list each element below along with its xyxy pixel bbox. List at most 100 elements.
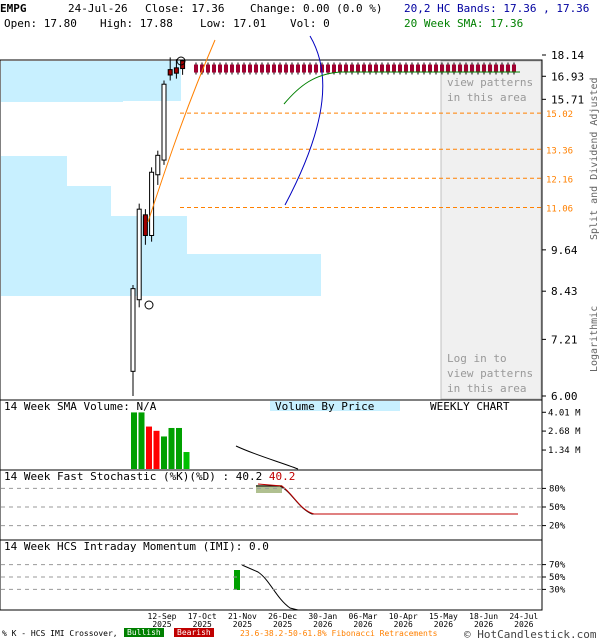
candle-body xyxy=(167,69,173,76)
candle-body xyxy=(149,171,155,236)
stochastic-title: 14 Week Fast Stochastic (%K)(%D) : 40.2 … xyxy=(4,470,295,483)
candle-body xyxy=(284,64,288,73)
imi-bullish-marker xyxy=(234,570,240,590)
volume-bar xyxy=(176,427,182,469)
fib-level-label: 12.16 xyxy=(546,175,573,185)
copyright: © HotCandlestick.com xyxy=(464,628,597,641)
candle-body xyxy=(155,154,161,176)
vbp-bar xyxy=(1,216,187,254)
fib-level-label: 13.36 xyxy=(546,146,573,156)
candle-body xyxy=(314,64,318,73)
candle-body xyxy=(374,64,378,73)
log-label: Logarithmic xyxy=(589,306,600,372)
x-axis: 12-Sep202517-Oct202521-Nov202526-Dec2025… xyxy=(148,612,539,629)
bearish-tag: Bearish xyxy=(174,628,214,637)
candle-body xyxy=(362,64,366,73)
volume-bar xyxy=(131,412,137,469)
vbp-bar xyxy=(1,80,123,102)
volume-bar xyxy=(161,436,167,469)
volume-title: 14 Week SMA Volume: N/A xyxy=(4,400,157,413)
candle-body xyxy=(470,64,474,73)
imi-tick-label: 50% xyxy=(549,573,566,583)
price-tick-label: 6.00 xyxy=(551,390,578,403)
stochastic-tick-label: 20% xyxy=(549,522,566,532)
volume-axis: 4.01 M 2.68 M 1.34 M xyxy=(542,408,581,456)
volume-bar xyxy=(138,412,145,469)
candle-body xyxy=(422,64,426,73)
candle-body xyxy=(368,64,372,73)
candle-body xyxy=(272,64,276,73)
pattern-area xyxy=(440,60,542,400)
candle-body xyxy=(446,64,450,73)
imi-title: 14 Week HCS Intraday Momentum (IMI): 0.0 xyxy=(4,540,269,553)
price-tick-label: 16.93 xyxy=(551,70,584,83)
candle-body xyxy=(248,64,252,73)
imi-tick-label: 30% xyxy=(549,585,566,595)
candle-body xyxy=(350,64,354,73)
volume-tick-label: 2.68 M xyxy=(548,427,581,437)
candle-body xyxy=(512,64,516,73)
weekly-chart-label: WEEKLY CHART xyxy=(430,400,510,413)
stochastic-d-value: 40.2 xyxy=(269,470,296,483)
volume-bar xyxy=(153,430,160,469)
candle-body xyxy=(296,64,300,73)
fib-level-label: 11.06 xyxy=(546,205,573,215)
volume-bar xyxy=(183,452,190,469)
stock-chart: view patterns in this area Log in to view … xyxy=(0,35,600,629)
stochastic-tick-label: 50% xyxy=(549,503,566,513)
candle-body xyxy=(206,64,210,73)
candle-body xyxy=(218,64,222,73)
vbp-label: Volume By Price xyxy=(275,400,374,413)
candle-body xyxy=(392,64,396,73)
candle-body xyxy=(500,64,504,73)
candle-body xyxy=(428,64,432,73)
price-axis: 18.14 16.93 15.71 9.64 8.43 7.21 6.00 xyxy=(542,49,584,403)
candle-body xyxy=(278,64,282,73)
stochastic-title-text: 14 Week Fast Stochastic (%K)(%D) : 40.2 xyxy=(4,470,262,483)
footer: % K - HCS IMI Crossover, Bullish Bearish… xyxy=(0,628,600,641)
imi-tick-label: 70% xyxy=(549,561,566,571)
candle-body xyxy=(194,64,198,73)
volume-bar xyxy=(168,427,175,469)
candle-body xyxy=(130,288,136,372)
candle-body xyxy=(380,64,384,73)
volume-bar xyxy=(146,426,152,469)
candle-body xyxy=(230,64,234,73)
bullish-tag: Bullish xyxy=(124,628,164,637)
vbp-bar xyxy=(1,156,67,186)
vbp-bar xyxy=(1,186,111,216)
candle-body xyxy=(224,64,228,73)
candle-body xyxy=(356,64,360,73)
imi-crossover-legend: % K - HCS IMI Crossover, xyxy=(2,629,118,638)
volume-tick-label: 1.34 M xyxy=(548,446,581,456)
candle-body xyxy=(308,64,312,73)
candle-body xyxy=(488,64,492,73)
candle-body xyxy=(482,64,486,73)
candle-body xyxy=(416,64,420,73)
candle-body xyxy=(398,64,402,73)
candle-body xyxy=(464,64,468,73)
candle-body xyxy=(506,64,510,73)
fib-legend: 23.6-38.2-50-61.8% Fibonacci Retracement… xyxy=(240,629,438,638)
candle-body xyxy=(173,67,179,74)
stochastic-tick-label: 80% xyxy=(549,484,566,494)
fib-level-label: 15.02 xyxy=(546,110,573,120)
candle-body xyxy=(254,64,258,73)
candle-body xyxy=(434,64,438,73)
candle-body xyxy=(344,64,348,73)
volume-tick-label: 4.01 M xyxy=(548,408,581,418)
candle-body xyxy=(326,64,330,73)
vbp-bar xyxy=(1,254,321,296)
price-tick-label: 9.64 xyxy=(551,244,578,257)
candle-body xyxy=(136,208,142,301)
candle-body xyxy=(494,64,498,73)
candle-body xyxy=(404,64,408,73)
candle-body xyxy=(212,64,216,73)
candle-body xyxy=(476,64,480,73)
candle-body xyxy=(440,64,444,73)
candle-body xyxy=(410,64,414,73)
candle-body xyxy=(161,83,167,161)
candle-body xyxy=(332,64,336,73)
price-tick-label: 18.14 xyxy=(551,49,584,62)
candle-body xyxy=(302,64,306,73)
